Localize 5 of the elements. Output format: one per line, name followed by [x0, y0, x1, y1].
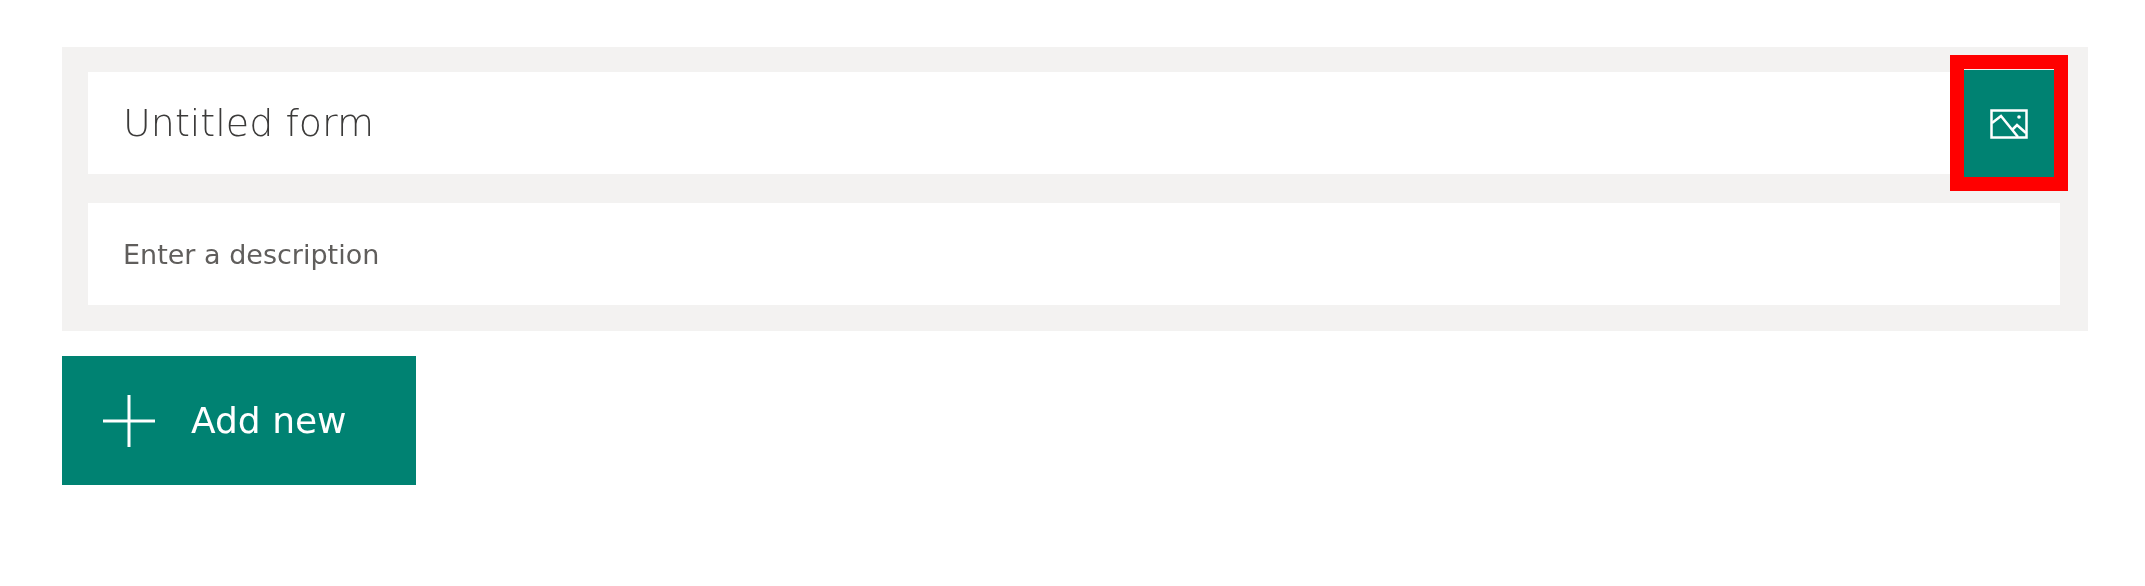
image-icon — [1990, 108, 2028, 139]
add-new-button[interactable]: Add new — [62, 356, 416, 485]
description-field[interactable]: Enter a description — [88, 203, 2060, 305]
plus-icon — [103, 394, 155, 447]
insert-image-button[interactable] — [1964, 70, 2054, 177]
